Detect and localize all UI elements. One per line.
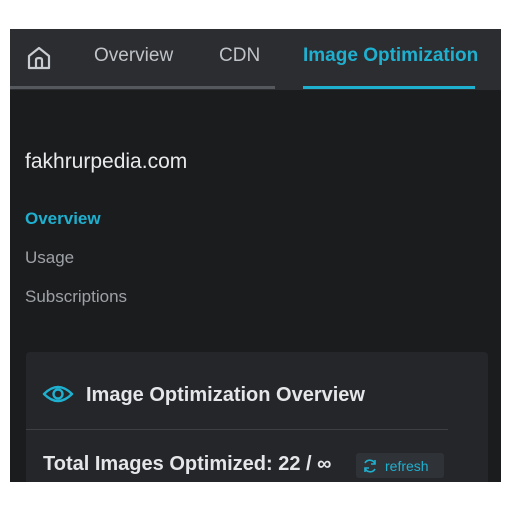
site-title: fakhrurpedia.com [25, 150, 188, 173]
side-nav-item-subscriptions[interactable]: Subscriptions [25, 286, 127, 308]
refresh-button[interactable]: refresh [356, 453, 444, 478]
home-button[interactable] [24, 43, 54, 73]
card-title: Image Optimization Overview [86, 384, 365, 406]
side-nav-item-usage[interactable]: Usage [25, 247, 127, 269]
refresh-icon [364, 458, 376, 473]
tab-overview[interactable]: Overview [94, 44, 173, 68]
eye-icon [42, 385, 74, 403]
side-nav-item-overview[interactable]: Overview [25, 208, 127, 230]
refresh-label: refresh [385, 457, 429, 474]
side-nav: Overview Usage Subscriptions [25, 208, 127, 325]
active-tab-indicator [303, 86, 475, 89]
total-images-optimized: Total Images Optimized: 22 / ∞ [43, 453, 332, 475]
tab-cdn[interactable]: CDN [219, 44, 260, 68]
card-divider [26, 429, 448, 430]
overview-card: Image Optimization Overview Total Images… [26, 352, 488, 482]
tab-image-optimization[interactable]: Image Optimization [303, 44, 478, 68]
app-window: Overview CDN Image Optimization fakhrurp… [10, 29, 501, 482]
top-tab-bar: Overview CDN Image Optimization [10, 29, 501, 90]
home-icon [27, 46, 51, 70]
card-header: Image Optimization Overview [26, 352, 488, 429]
tab-bar-underline [10, 86, 275, 89]
